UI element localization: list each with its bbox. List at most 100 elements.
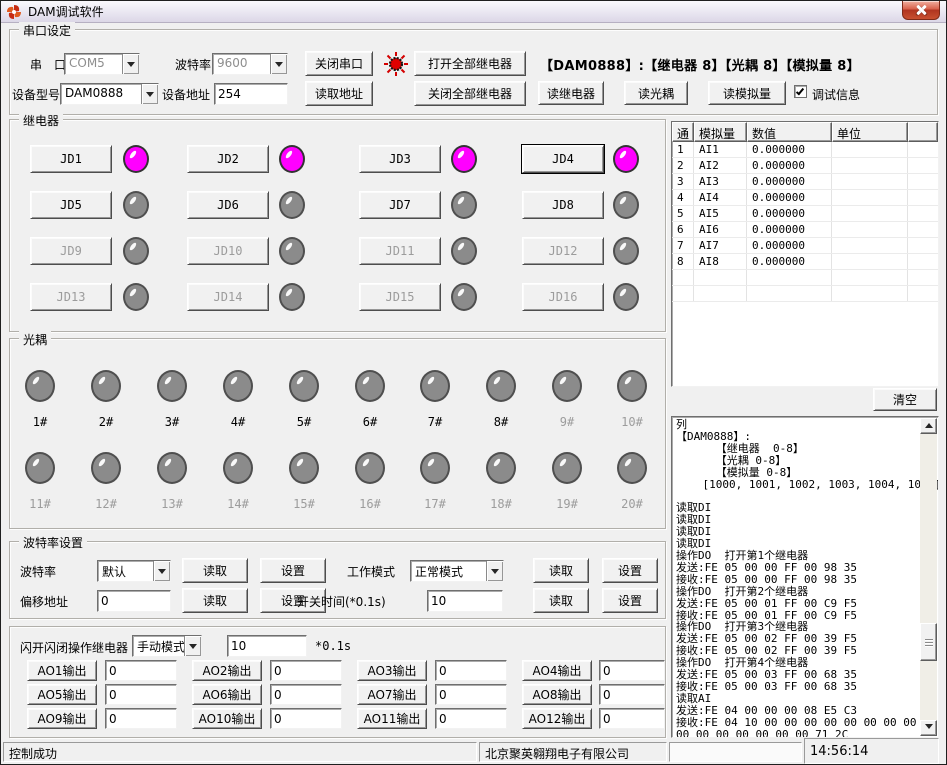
flash-time-input[interactable]	[227, 635, 307, 657]
switch-time-read-button[interactable]: 读取	[533, 588, 589, 613]
open-all-relays-button[interactable]: 打开全部继电器	[414, 51, 526, 76]
col-header-unit[interactable]: 单位	[832, 122, 908, 142]
model-select-value: DAM0888	[61, 84, 141, 104]
work-mode-select[interactable]: 正常模式	[410, 560, 504, 582]
baud-read-button[interactable]: 读取	[182, 558, 248, 583]
status-company-panel: 北京聚英翱翔电子有限公司	[479, 742, 667, 762]
col-header-channel[interactable]: 通	[672, 122, 694, 142]
relay-lamp-jd9	[123, 237, 149, 265]
ao1-value-input[interactable]	[105, 660, 177, 681]
read-relay-button[interactable]: 读继电器	[538, 81, 604, 105]
opto-lamp-8	[486, 370, 516, 402]
work-mode-read-button[interactable]: 读取	[533, 558, 589, 583]
relay-button-jd8[interactable]: JD8	[522, 191, 604, 219]
chevron-down-icon[interactable]	[184, 636, 201, 656]
opto-lamp-7	[420, 370, 450, 402]
close-button[interactable]	[902, 1, 940, 20]
relay-button-jd15: JD15	[359, 283, 441, 311]
ao11-value-input[interactable]	[435, 708, 507, 729]
ao2-value-input[interactable]	[270, 660, 342, 681]
opto-label-9: 9#	[552, 415, 582, 429]
ao11-output-button[interactable]: AO11输出	[357, 708, 427, 729]
debug-log[interactable]: 列 【DAM0888】: 【继电器 0-8】 【光耦 0-8】 【模拟量 0-8…	[671, 416, 939, 738]
chevron-down-icon[interactable]	[153, 561, 170, 581]
port-select[interactable]: COM5	[64, 53, 140, 75]
chevron-down-icon[interactable]	[486, 561, 503, 581]
ao3-output-button[interactable]: AO3输出	[357, 660, 427, 681]
ao10-output-button[interactable]: AO10输出	[192, 708, 262, 729]
address-input[interactable]	[214, 83, 288, 105]
work-mode-set-button[interactable]: 设置	[602, 558, 658, 583]
ao4-output-button[interactable]: AO4输出	[522, 660, 592, 681]
switch-time-set-button[interactable]: 设置	[602, 588, 658, 613]
status-time-panel: 14:56:14	[804, 738, 939, 764]
table-row: 3AI30.000000	[672, 174, 938, 190]
ao9-value-input[interactable]	[105, 708, 177, 729]
ao12-output-button[interactable]: AO12输出	[522, 708, 592, 729]
thumb-grip-icon	[925, 639, 933, 647]
chevron-down-icon[interactable]	[141, 84, 158, 104]
model-select[interactable]: DAM0888	[60, 83, 159, 105]
switch-time-input[interactable]	[427, 590, 503, 612]
work-mode-value: 正常模式	[411, 561, 486, 581]
status-message: 控制成功	[9, 747, 57, 761]
ao6-output-button[interactable]: AO6输出	[192, 684, 262, 705]
relay-button-jd3[interactable]: JD3	[359, 145, 441, 173]
ao12-value-input[interactable]	[599, 708, 665, 729]
read-address-button[interactable]: 读取地址	[305, 81, 373, 106]
read-opto-button[interactable]: 读光耦	[624, 81, 688, 105]
close-all-relays-button[interactable]: 关闭全部继电器	[414, 81, 526, 106]
scroll-up-icon[interactable]	[920, 418, 937, 434]
ao5-value-input[interactable]	[105, 684, 177, 705]
log-scrollbar[interactable]	[920, 418, 937, 736]
opto-label-10: 10#	[617, 415, 647, 429]
scroll-down-icon[interactable]	[920, 720, 937, 736]
table-row: 1AI10.000000	[672, 142, 938, 158]
col-header-analog[interactable]: 模拟量	[694, 122, 747, 142]
relay-button-jd4[interactable]: JD4	[522, 145, 604, 173]
ao7-output-button[interactable]: AO7输出	[357, 684, 427, 705]
baud-set-button[interactable]: 设置	[260, 558, 326, 583]
chevron-down-icon[interactable]	[270, 54, 287, 74]
relay-button-jd9: JD9	[30, 237, 112, 265]
ao7-value-input[interactable]	[435, 684, 507, 705]
ao2-output-button[interactable]: AO2输出	[192, 660, 262, 681]
relay-button-jd16: JD16	[522, 283, 604, 311]
ao6-value-input[interactable]	[270, 684, 342, 705]
offset-read-button[interactable]: 读取	[182, 588, 248, 613]
analog-table-header: 通 模拟量 数值 单位	[672, 122, 938, 142]
ao10-value-input[interactable]	[270, 708, 342, 729]
ao5-output-button[interactable]: AO5输出	[27, 684, 97, 705]
read-analog-button[interactable]: 读模拟量	[708, 81, 786, 105]
analog-table: 通 模拟量 数值 单位 1AI10.000000 2AI20.000000 3A…	[671, 121, 939, 387]
ao3-value-input[interactable]	[435, 660, 507, 681]
clear-log-button[interactable]: 清空	[873, 388, 937, 411]
baudrate-setting-select[interactable]: 默认	[97, 560, 171, 582]
relay-button-jd7[interactable]: JD7	[359, 191, 441, 219]
ao9-output-button[interactable]: AO9输出	[27, 708, 97, 729]
flash-mode-select[interactable]: 手动模式	[132, 635, 202, 657]
close-port-button[interactable]: 关闭串口	[305, 51, 373, 76]
col-header-value[interactable]: 数值	[747, 122, 832, 142]
table-row-empty	[672, 286, 938, 302]
relay-group: 继电器 JD1 JD2 JD3 JD4 JD5 JD6 JD7 JD8 JD9 …	[9, 119, 666, 332]
relay-button-jd2[interactable]: JD2	[187, 145, 269, 173]
relay-button-jd6[interactable]: JD6	[187, 191, 269, 219]
ao8-output-button[interactable]: AO8输出	[522, 684, 592, 705]
table-row: 5AI50.000000	[672, 206, 938, 222]
relay-button-jd5[interactable]: JD5	[30, 191, 112, 219]
ao8-value-input[interactable]	[599, 684, 665, 705]
opto-label-14: 14#	[223, 497, 253, 511]
relay-lamp-jd10	[279, 237, 305, 265]
opto-label-12: 12#	[91, 497, 121, 511]
scrollbar-thumb[interactable]	[920, 623, 937, 661]
offset-address-input[interactable]	[97, 590, 171, 612]
chevron-down-icon[interactable]	[122, 54, 139, 74]
debug-info-checkbox[interactable]	[794, 85, 807, 98]
ao4-value-input[interactable]	[599, 660, 665, 681]
output-group: 闪开闪闭操作继电器 手动模式 *0.1s AO1输出 AO2输出 AO3输出 A…	[9, 626, 666, 738]
relay-button-jd1[interactable]: JD1	[30, 145, 112, 173]
baudrate-select[interactable]: 9600	[212, 53, 288, 75]
relay-button-jd13: JD13	[30, 283, 112, 311]
ao1-output-button[interactable]: AO1输出	[27, 660, 97, 681]
